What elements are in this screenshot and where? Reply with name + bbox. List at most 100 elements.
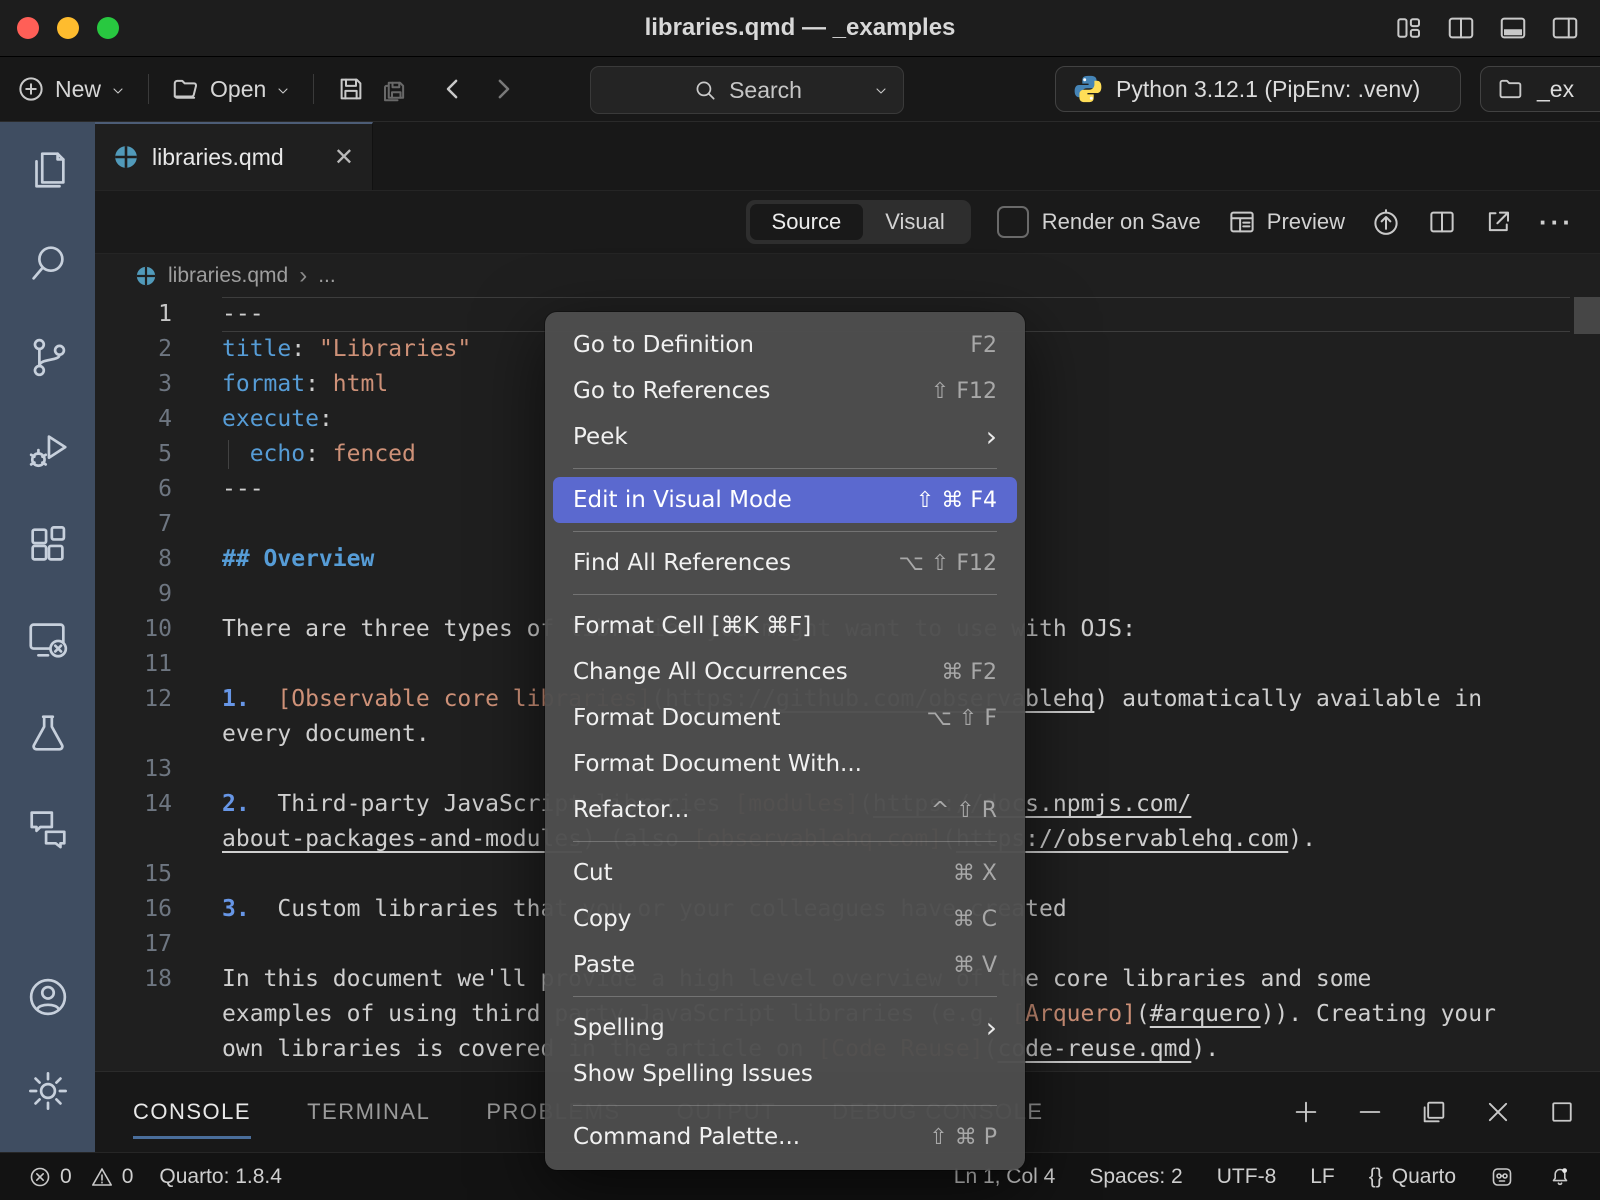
save-all-button[interactable] (380, 74, 410, 104)
editor-scrollbar[interactable] (1574, 297, 1600, 334)
customize-layout-icon[interactable] (1394, 13, 1424, 43)
menu-item[interactable]: Go to DefinitionF2 (553, 322, 1017, 368)
eol-status[interactable]: LF (1310, 1165, 1335, 1189)
navigate-back-button[interactable] (438, 74, 468, 104)
menu-item[interactable]: Edit in Visual Mode⇧ ⌘ F4 (553, 477, 1017, 523)
menu-item-shortcut: ^ ⇧ R (931, 798, 997, 823)
menu-item[interactable]: Show Spelling Issues (553, 1051, 1017, 1097)
new-button[interactable]: New (16, 74, 126, 104)
source-mode-button[interactable]: Source (750, 204, 864, 240)
sidebar-item-comments[interactable] (0, 780, 95, 874)
language-mode-status[interactable]: {} Quarto (1369, 1165, 1456, 1189)
visual-mode-button[interactable]: Visual (863, 204, 967, 240)
menu-item[interactable]: Refactor...^ ⇧ R (553, 787, 1017, 833)
zoom-window-button[interactable] (97, 17, 119, 39)
open-in-new-window-icon[interactable] (1483, 207, 1513, 237)
line-number: 8 (95, 542, 172, 577)
menu-item[interactable]: Find All References⌥ ⇧ F12 (553, 540, 1017, 586)
menu-item[interactable]: Go to References⇧ F12 (553, 368, 1017, 414)
breadcrumb-file[interactable]: libraries.qmd (168, 264, 288, 288)
sidebar-item-extensions[interactable] (0, 498, 95, 592)
menu-item[interactable]: Format Cell [⌘K ⌘F] (553, 603, 1017, 649)
publish-button[interactable] (1371, 207, 1401, 237)
menu-separator (573, 468, 997, 469)
plus-circle-icon (16, 74, 46, 104)
preview-button[interactable]: Preview (1227, 207, 1345, 237)
more-actions-icon[interactable]: ··· (1539, 207, 1574, 238)
window-title: libraries.qmd — _examples (0, 14, 1600, 42)
menu-item[interactable]: Command Palette...⇧ ⌘ P (553, 1114, 1017, 1160)
line-number (95, 717, 172, 752)
sidebar-item-source-control[interactable] (0, 310, 95, 404)
folder-icon (1497, 75, 1525, 103)
sidebar-item-explorer[interactable] (0, 122, 95, 216)
panel-tab-console[interactable]: CONSOLE (133, 1072, 251, 1152)
navigate-forward-button[interactable] (488, 74, 518, 104)
split-editor-layout-icon[interactable] (1446, 13, 1476, 43)
split-editor-icon[interactable] (1427, 207, 1457, 237)
new-console-plus-icon[interactable] (1292, 1098, 1320, 1126)
toggle-panel-icon[interactable] (1498, 13, 1528, 43)
menu-item[interactable]: Spelling› (553, 1005, 1017, 1051)
menu-item-shortcut: ⌘ F2 (941, 660, 997, 685)
menu-item[interactable]: Paste⌘ V (553, 942, 1017, 988)
render-on-save-checkbox[interactable] (997, 206, 1029, 238)
breadcrumb[interactable]: libraries.qmd › ... (95, 254, 1600, 297)
menu-item-shortcut: ⇧ ⌘ P (929, 1125, 997, 1150)
problems-status[interactable]: 0 0 (28, 1165, 133, 1189)
account-icon (25, 974, 71, 1020)
menu-item-label: Spelling (573, 1015, 665, 1041)
sidebar-item-sessions[interactable] (0, 592, 95, 686)
maximize-panel-icon[interactable] (1548, 1098, 1576, 1126)
render-on-save-label: Render on Save (1042, 209, 1201, 235)
line-number: 13 (95, 752, 172, 787)
line-number (95, 822, 172, 857)
feedback-smiley-icon[interactable] (1490, 1165, 1514, 1189)
submenu-chevron-icon: › (986, 423, 997, 451)
minimize-panel-icon[interactable] (1356, 1098, 1384, 1126)
menu-item[interactable]: Cut⌘ X (553, 850, 1017, 896)
main-toolbar: New Open Searc (0, 57, 1600, 122)
menu-item[interactable]: Copy⌘ C (553, 896, 1017, 942)
menu-item[interactable]: Peek› (553, 414, 1017, 460)
close-window-button[interactable] (17, 17, 39, 39)
preview-icon (1227, 207, 1257, 237)
sidebar-item-testing[interactable] (0, 686, 95, 780)
toolbar-divider (313, 74, 314, 104)
sidebar-item-run-debug[interactable] (0, 404, 95, 498)
menu-item-label: Format Cell [⌘K ⌘F] (573, 613, 811, 639)
quarto-version-status[interactable]: Quarto: 1.8.4 (159, 1165, 282, 1189)
encoding-status[interactable]: UTF-8 (1217, 1165, 1277, 1189)
sidebar-item-settings[interactable] (0, 1044, 95, 1138)
save-button[interactable] (336, 74, 366, 104)
line-number: 11 (95, 647, 172, 682)
sidebar-item-search[interactable] (0, 216, 95, 310)
menu-item[interactable]: Change All Occurrences⌘ F2 (553, 649, 1017, 695)
breadcrumb-more[interactable]: ... (318, 264, 336, 288)
line-number: 15 (95, 857, 172, 892)
panel-tab-terminal[interactable]: TERMINAL (307, 1072, 430, 1152)
tab-libraries-qmd[interactable]: libraries.qmd ✕ (95, 122, 373, 190)
chevron-down-icon[interactable] (873, 83, 889, 99)
sidebar-item-account[interactable] (0, 950, 95, 1044)
menu-item[interactable]: Format Document With... (553, 741, 1017, 787)
editor-actions-bar: Source Visual Render on Save Preview ··· (95, 191, 1600, 254)
project-button[interactable]: _ex (1480, 66, 1600, 112)
restore-panel-icon[interactable] (1420, 1098, 1448, 1126)
close-panel-icon[interactable] (1484, 1098, 1512, 1126)
app-window: libraries.qmd — _examples New Open (0, 0, 1600, 1200)
notifications-bell-icon[interactable] (1548, 1165, 1572, 1189)
indentation-status[interactable]: Spaces: 2 (1089, 1165, 1182, 1189)
minimize-window-button[interactable] (57, 17, 79, 39)
menu-item[interactable]: Format Document⌥ ⇧ F (553, 695, 1017, 741)
interpreter-selector[interactable]: Python 3.12.1 (PipEnv: .venv) (1055, 66, 1461, 112)
save-all-icon (380, 74, 410, 104)
search-input[interactable]: Search (590, 66, 904, 114)
panel-actions (1292, 1098, 1576, 1126)
close-tab-icon[interactable]: ✕ (334, 143, 354, 172)
open-button[interactable]: Open (171, 74, 291, 104)
activity-bar (0, 122, 95, 1152)
toggle-secondary-sidebar-icon[interactable] (1550, 13, 1580, 43)
menu-item-shortcut: ⌥ ⇧ F12 (899, 551, 997, 576)
quarto-file-icon (135, 265, 157, 287)
